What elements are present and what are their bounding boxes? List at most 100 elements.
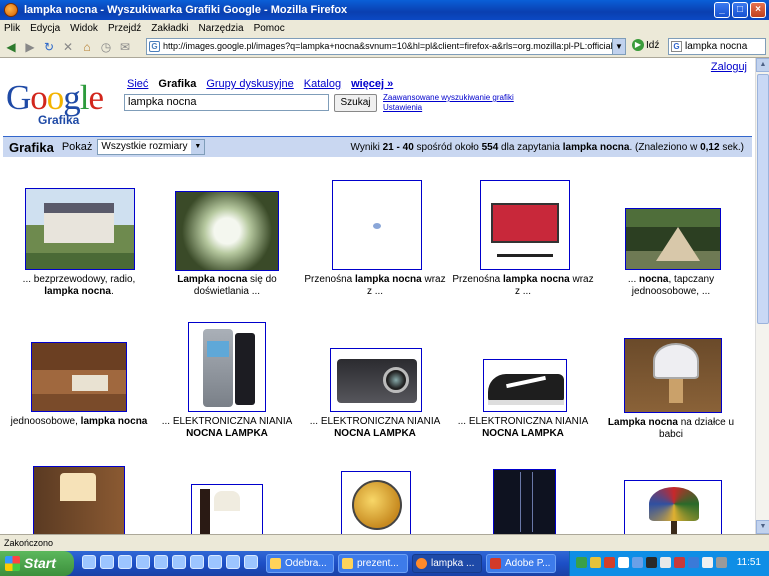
- result-caption: Lampka nocna na działce u babci: [607, 417, 735, 440]
- tray-icon[interactable]: [632, 557, 643, 568]
- quick-launch-icon[interactable]: [136, 555, 150, 569]
- tray-icon[interactable]: [688, 557, 699, 568]
- result-thumbnail[interactable]: [624, 338, 722, 413]
- menu-file[interactable]: Plik: [4, 23, 20, 34]
- result-thumbnail[interactable]: [625, 208, 721, 270]
- reload-icon[interactable]: ↻: [40, 38, 58, 56]
- taskbar: Start Odebra... prezent... lampka ... Ad…: [0, 551, 769, 576]
- signin-link[interactable]: Zaloguj: [711, 61, 747, 73]
- menu-go[interactable]: Przejdź: [108, 23, 141, 34]
- search-button[interactable]: Szukaj: [334, 94, 377, 112]
- minimize-button[interactable]: _: [714, 2, 730, 18]
- taskbar-item-label: Odebra...: [285, 558, 327, 569]
- volume-icon[interactable]: [716, 557, 727, 568]
- tray-icon[interactable]: [590, 557, 601, 568]
- menu-bookmarks[interactable]: Zakładki: [151, 23, 188, 34]
- advanced-links: Zaawansowane wyszukiwanie grafiki Ustawi…: [383, 93, 514, 113]
- advanced-search-link[interactable]: Zaawansowane wyszukiwanie grafiki: [383, 93, 514, 103]
- title-bar: lampka nocna - Wyszukiwarka Grafiki Goog…: [0, 0, 769, 20]
- result-thumbnail[interactable]: [330, 348, 422, 412]
- result-caption: Lampka nocna się do doświetlania ...: [177, 274, 277, 297]
- home-icon[interactable]: ⌂: [78, 38, 96, 56]
- result-thumbnail[interactable]: [480, 180, 570, 270]
- result-thumbnail[interactable]: [33, 466, 125, 534]
- vertical-scrollbar[interactable]: ▲ ▼: [755, 58, 769, 534]
- taskbar-item[interactable]: prezent...: [338, 554, 408, 573]
- menu-tools[interactable]: Narzędzia: [199, 23, 244, 34]
- close-button[interactable]: ×: [750, 2, 766, 18]
- quick-launch: [82, 555, 258, 569]
- google-logo[interactable]: Google Grafika: [6, 80, 118, 130]
- result-caption: Przenośna lampka nocna wraz z ...: [304, 274, 446, 297]
- tab-more[interactable]: więcej »: [351, 78, 393, 90]
- quick-launch-icon[interactable]: [118, 555, 132, 569]
- result-thumbnail[interactable]: [493, 469, 556, 534]
- search-input[interactable]: lampka nocna: [124, 94, 329, 111]
- result-thumbnail[interactable]: [624, 480, 722, 534]
- firefox-icon: [416, 558, 427, 569]
- taskbar-item-active[interactable]: lampka ...: [412, 554, 482, 573]
- size-select[interactable]: Wszystkie rozmiary ▼: [97, 139, 206, 155]
- history-icon[interactable]: ◷: [97, 38, 115, 56]
- tray-icon[interactable]: [660, 557, 671, 568]
- quick-launch-icon[interactable]: [190, 555, 204, 569]
- quick-launch-icon[interactable]: [154, 555, 168, 569]
- tray-icon[interactable]: [646, 557, 657, 568]
- google-search-engine-icon: G: [671, 41, 682, 52]
- window-title: lampka nocna - Wyszukiwarka Grafiki Goog…: [24, 4, 348, 16]
- forward-icon[interactable]: ▶: [21, 38, 39, 56]
- menu-help[interactable]: Pomoc: [254, 23, 285, 34]
- menu-view[interactable]: Widok: [70, 23, 98, 34]
- result-thumbnail[interactable]: [188, 322, 266, 412]
- result-thumbnail[interactable]: [175, 191, 279, 271]
- result-caption: ... ELEKTRONICZNA NIANIA NOCNA LAMPKA: [309, 416, 441, 439]
- result-thumbnail[interactable]: [31, 342, 127, 412]
- tray-icon[interactable]: [674, 557, 685, 568]
- result-caption: ... ELEKTRONICZNA NIANIA NOCNA LAMPKA: [161, 416, 293, 439]
- maximize-button[interactable]: □: [732, 2, 748, 18]
- result-caption: ... bezprzewodowy, radio, lampka nocna.: [22, 274, 136, 297]
- app-icon: [270, 558, 281, 569]
- tray-icon[interactable]: [618, 557, 629, 568]
- navigation-toolbar: ◀ ▶ ↻ ✕ ⌂ ◷ ✉ G http://images.google.pl/…: [0, 36, 769, 58]
- go-arrow-icon: ▶: [632, 39, 644, 51]
- quick-launch-icon[interactable]: [208, 555, 222, 569]
- tray-icon[interactable]: [576, 557, 587, 568]
- mail-icon[interactable]: ✉: [116, 38, 134, 56]
- menu-edit[interactable]: Edycja: [30, 23, 60, 34]
- quick-launch-icon[interactable]: [244, 555, 258, 569]
- go-button[interactable]: ▶ Idź: [632, 39, 659, 51]
- tab-directory[interactable]: Katalog: [304, 78, 341, 90]
- tab-web[interactable]: Sieć: [127, 78, 148, 90]
- quick-launch-icon[interactable]: [82, 555, 96, 569]
- quick-launch-icon[interactable]: [172, 555, 186, 569]
- taskbar-item[interactable]: Odebra...: [266, 554, 334, 573]
- stop-icon[interactable]: ✕: [59, 38, 77, 56]
- system-tray: 11:51: [569, 551, 769, 576]
- back-icon[interactable]: ◀: [2, 38, 20, 56]
- result-thumbnail[interactable]: [191, 484, 263, 534]
- address-dropdown-icon[interactable]: ▼: [612, 38, 626, 55]
- tray-icon[interactable]: [604, 557, 615, 568]
- tray-icon[interactable]: [702, 557, 713, 568]
- scroll-down-icon[interactable]: ▼: [756, 520, 769, 534]
- results-bar: Grafika Pokaż Wszystkie rozmiary ▼ Wynik…: [3, 136, 752, 157]
- quick-launch-icon[interactable]: [226, 555, 240, 569]
- page-content: Zaloguj Google Grafika Sieć Grafika Grup…: [0, 58, 755, 534]
- scroll-up-icon[interactable]: ▲: [756, 58, 769, 72]
- go-label: Idź: [646, 39, 660, 51]
- browser-search-box[interactable]: G lampka nocna: [668, 38, 766, 55]
- tab-groups[interactable]: Grupy dyskusyjne: [206, 78, 293, 90]
- taskbar-item[interactable]: Adobe P...: [486, 554, 556, 573]
- preferences-link[interactable]: Ustawienia: [383, 103, 514, 113]
- result-thumbnail[interactable]: [341, 471, 411, 534]
- address-bar[interactable]: G http://images.google.pl/images?q=lampk…: [146, 38, 626, 55]
- result-thumbnail[interactable]: [25, 188, 135, 270]
- result-thumbnail[interactable]: [332, 180, 422, 270]
- scrollbar-thumb[interactable]: [757, 74, 769, 324]
- start-button[interactable]: Start: [0, 551, 74, 576]
- quick-launch-icon[interactable]: [100, 555, 114, 569]
- result-thumbnail[interactable]: [483, 359, 567, 412]
- tab-images: Grafika: [158, 78, 197, 90]
- taskbar-item-label: Adobe P...: [505, 558, 551, 569]
